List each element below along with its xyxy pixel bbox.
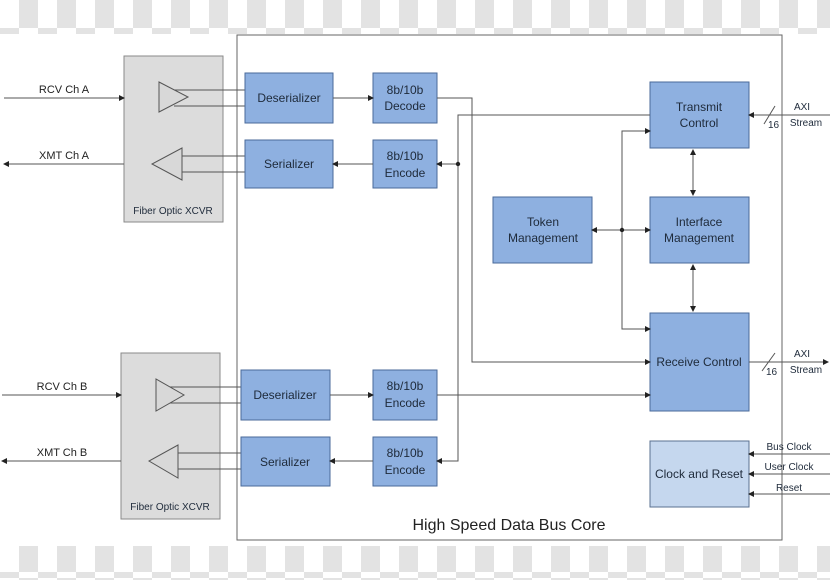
codec-b-rx [372, 369, 438, 421]
junction-dot [619, 227, 625, 233]
bus-clock-label: Bus Clock [766, 442, 812, 453]
core-title: High Speed Data Bus Core [413, 517, 606, 534]
diagram-canvas: High Speed Data Bus Core Fiber Optic XCV… [0, 0, 830, 580]
encoder-b-label-2: Encode [385, 463, 426, 477]
receive-control-label: Receive Control [656, 355, 741, 369]
decoder-a [372, 72, 438, 124]
token-management-label-2: Management [508, 231, 579, 245]
clock-and-reset-label: Clock and Reset [655, 467, 744, 481]
block-diagram: High Speed Data Bus Core Fiber Optic XCV… [0, 0, 830, 580]
transmit-control-label-2: Control [680, 116, 719, 130]
bus-width-rx: 16 [766, 367, 778, 378]
axi-tx-label-2: Stream [790, 118, 822, 129]
encoder-a [372, 139, 438, 189]
serializer-b-label: Serializer [260, 455, 310, 469]
interface-management-label-1: Interface [676, 215, 723, 229]
transmit-control-label-1: Transmit [676, 100, 723, 114]
codec-b-rx-label-2: Encode [385, 396, 426, 410]
encoder-a-label-2: Encode [385, 166, 426, 180]
decoder-a-label-1: 8b/10b [387, 83, 424, 97]
deserializer-b-label: Deserializer [253, 388, 316, 402]
user-clock-label: User Clock [765, 462, 815, 473]
xcvr-a-label: Fiber Optic XCVR [133, 206, 212, 217]
checker-strip-top [0, 0, 830, 34]
token-management-label-1: Token [527, 215, 559, 229]
encoder-b-label-1: 8b/10b [387, 446, 424, 460]
encoder-b [372, 436, 438, 487]
reset-label: Reset [776, 483, 802, 494]
xmt-a-label: XMT Ch A [39, 150, 90, 162]
interface-management-label-2: Management [664, 231, 735, 245]
encoder-a-label-1: 8b/10b [387, 149, 424, 163]
xmt-b-label: XMT Ch B [37, 447, 88, 459]
deserializer-a-label: Deserializer [257, 91, 320, 105]
decoder-a-label-2: Decode [384, 99, 426, 113]
xcvr-b [120, 352, 221, 520]
xcvr-b-label: Fiber Optic XCVR [130, 502, 209, 513]
axi-rx-label-2: Stream [790, 365, 822, 376]
rcv-a-label: RCV Ch A [39, 84, 90, 96]
axi-tx-label-1: AXI [794, 102, 810, 113]
axi-rx-label-1: AXI [794, 349, 810, 360]
token-management [492, 196, 593, 264]
serializer-a-label: Serializer [264, 157, 314, 171]
bus-width-tx: 16 [768, 120, 780, 131]
codec-b-rx-label-1: 8b/10b [387, 379, 424, 393]
transmit-control [649, 81, 750, 149]
xcvr-a [123, 55, 224, 223]
checker-strip-bottom [0, 546, 830, 580]
rcv-b-label: RCV Ch B [37, 381, 88, 393]
interface-management [649, 196, 750, 264]
junction-dot [455, 161, 461, 167]
